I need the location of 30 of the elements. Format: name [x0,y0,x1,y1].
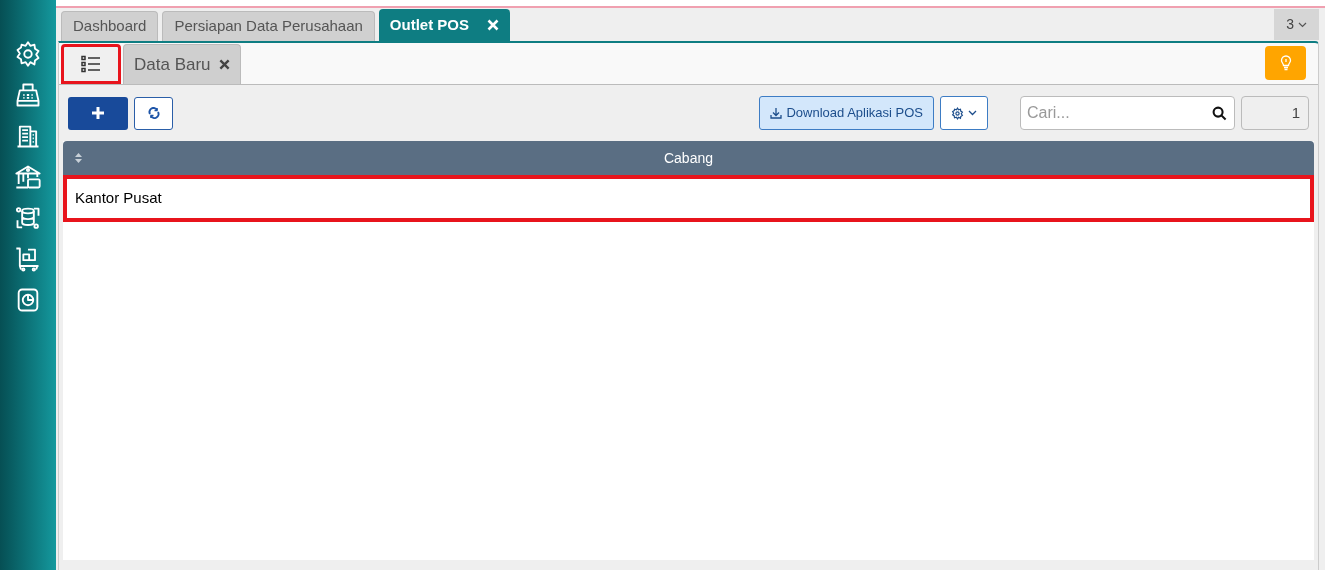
chevron-down-icon [968,110,977,116]
download-button[interactable]: Download Aplikasi POS [759,96,934,130]
close-icon[interactable] [218,59,230,70]
cart-icon [14,245,42,273]
search-icon[interactable] [1212,106,1227,121]
column-header[interactable]: Cabang [82,147,1314,169]
chevron-down-icon [1298,21,1307,28]
refresh-button[interactable] [134,96,173,130]
search-field[interactable]: Cari... [1020,96,1235,130]
tab[interactable]: Dashboard [61,11,159,41]
tab[interactable]: Outlet POS [378,9,511,41]
database-icon [14,204,42,232]
page-number-field[interactable]: 1 [1241,96,1309,130]
download-icon [770,107,783,119]
settings-icon [951,106,964,120]
add-button[interactable] [68,96,128,130]
plus-icon [91,106,105,120]
tab-overflow-button[interactable]: 3 [1274,9,1319,40]
cash-register-icon [14,81,42,109]
table-row[interactable]: Kantor Pusat [63,175,1314,222]
table-cell-text: Kantor Pusat [75,188,162,209]
gear-icon [14,40,42,68]
settings-dropdown-button[interactable] [940,96,988,130]
tab[interactable]: Data Baru [123,44,241,84]
refresh-icon [147,107,160,119]
tab[interactable]: Persiapan Data Perusahaan [162,11,375,41]
list-view-tab[interactable] [61,44,121,84]
sort-icon[interactable] [75,153,82,163]
bank-icon [14,163,42,191]
list-icon [81,55,101,73]
